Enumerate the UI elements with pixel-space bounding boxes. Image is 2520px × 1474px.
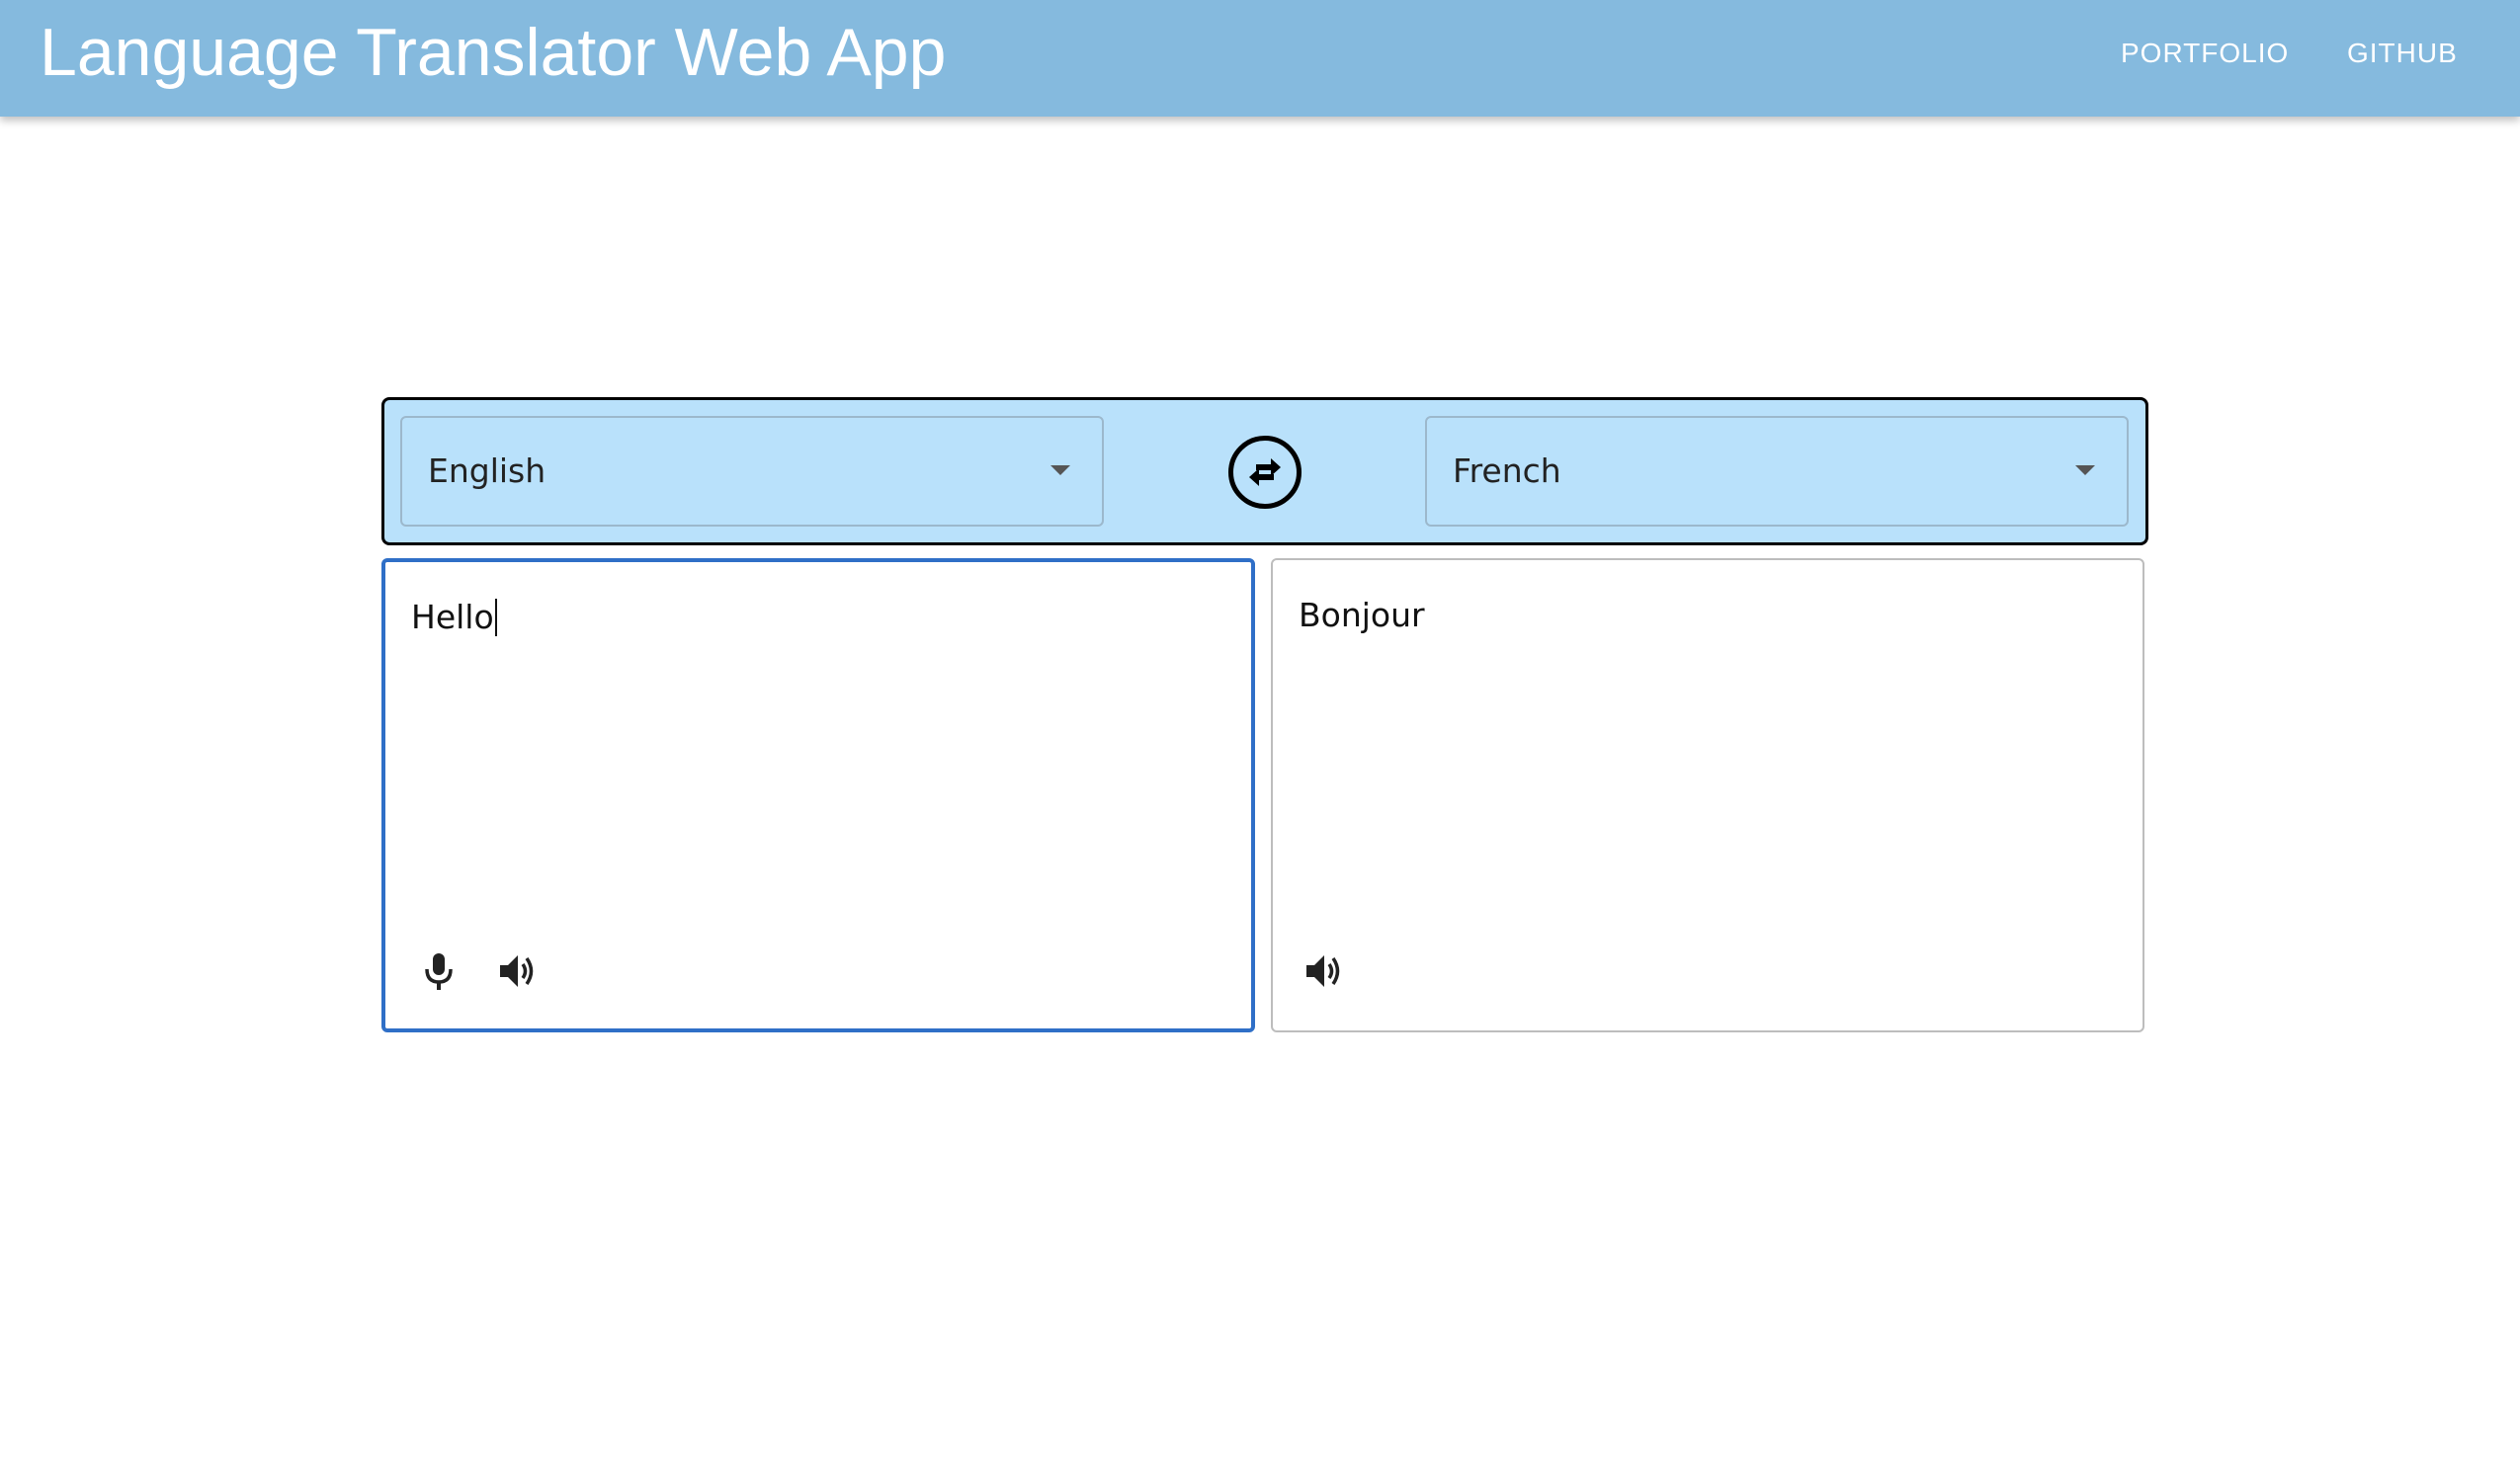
speaker-icon <box>500 955 534 987</box>
target-language-value: French <box>1453 451 1561 490</box>
swap-horizontal-icon <box>1249 458 1281 486</box>
chevron-down-icon <box>1050 465 1070 475</box>
source-language-value: English <box>428 451 546 490</box>
language-selector-bar: English French <box>381 397 2148 545</box>
swap-languages-button[interactable] <box>1228 436 1302 509</box>
target-speak-button[interactable] <box>1302 949 1346 993</box>
translated-text: Bonjour <box>1299 596 1425 634</box>
translated-text-area: Bonjour <box>1271 558 2144 1032</box>
nav-link-github[interactable]: GITHUB <box>2347 38 2458 69</box>
source-text[interactable]: Hello <box>411 598 497 636</box>
source-text-area[interactable]: Hello <box>381 558 1255 1032</box>
source-text-value: Hello <box>411 598 494 636</box>
app-bar: Language Translator Web App PORTFOLIO GI… <box>0 0 2520 117</box>
speaker-icon <box>1306 955 1340 987</box>
microphone-icon <box>425 953 453 990</box>
microphone-button[interactable] <box>417 949 461 993</box>
source-speak-button[interactable] <box>496 949 540 993</box>
source-language-select[interactable]: English <box>400 416 1104 527</box>
target-language-select[interactable]: French <box>1425 416 2129 527</box>
nav-link-portfolio[interactable]: PORTFOLIO <box>2121 38 2289 69</box>
app-title: Language Translator Web App <box>40 15 947 90</box>
chevron-down-icon <box>2075 465 2095 475</box>
text-cursor <box>494 599 497 636</box>
